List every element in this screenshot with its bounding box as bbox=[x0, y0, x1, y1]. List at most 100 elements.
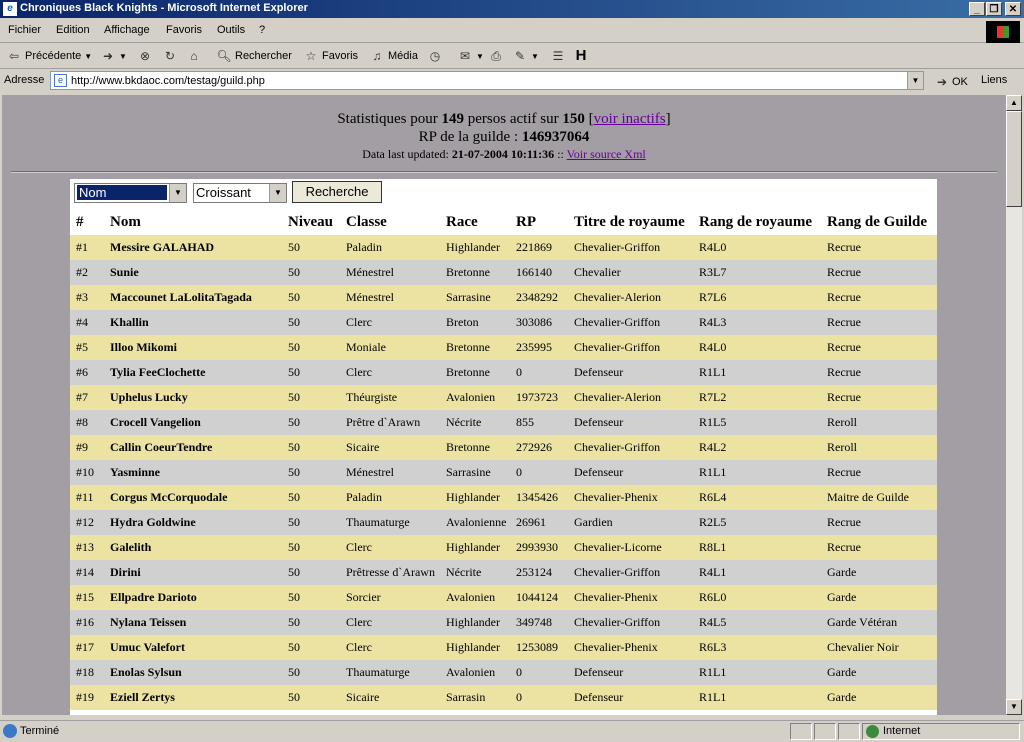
address-input[interactable]: e http://www.bkdaoc.com/testag/guild.php… bbox=[50, 71, 924, 90]
cell-rank: #10 bbox=[70, 460, 104, 485]
cell-race: Bretonne bbox=[440, 435, 510, 460]
scroll-down-icon[interactable]: ▼ bbox=[1006, 699, 1022, 715]
scroll-up-icon[interactable]: ▲ bbox=[1006, 95, 1022, 111]
cell-guild-rank: Recrue bbox=[821, 385, 937, 410]
go-arrow-icon: ➔ bbox=[936, 75, 948, 89]
cell-rp: 221869 bbox=[510, 235, 568, 260]
home-button[interactable]: ⌂ bbox=[186, 48, 202, 64]
menu-file[interactable]: Fichier bbox=[8, 24, 41, 36]
go-button[interactable]: ➔ OK bbox=[934, 74, 968, 90]
cell-rp: 349748 bbox=[510, 610, 568, 635]
zone-label: Internet bbox=[883, 725, 921, 737]
address-label: Adresse bbox=[4, 74, 45, 86]
menu-favorites[interactable]: Favoris bbox=[166, 24, 202, 36]
forward-button[interactable]: ➜ ▼ bbox=[100, 48, 127, 64]
cell-guild-rank: Recrue bbox=[821, 460, 937, 485]
edit-button[interactable]: ✎ ▼ bbox=[512, 48, 539, 64]
table-row: #6 Tylia FeeClochette 50 Clerc Bretonne 0 Defe… bbox=[70, 360, 937, 385]
menu-bar: Fichier Edition Affichage Favoris Outils… bbox=[0, 20, 1024, 43]
scroll-thumb[interactable] bbox=[1006, 111, 1022, 207]
messenger-icon: H bbox=[575, 47, 587, 64]
sort-order-value: Croissant bbox=[196, 185, 251, 200]
cell-guild-rank: Recrue bbox=[821, 310, 937, 335]
cell-name: Dirini bbox=[104, 560, 282, 585]
favorites-button[interactable]: ☆ Favoris bbox=[303, 48, 358, 64]
cell-level: 50 bbox=[282, 310, 340, 335]
col-guild-rank-header[interactable]: Rang de Guilde bbox=[821, 209, 937, 235]
internet-globe-icon bbox=[866, 725, 879, 738]
links-button[interactable]: Liens bbox=[981, 74, 1007, 86]
col-rank-header[interactable]: # bbox=[70, 209, 104, 235]
menu-edit[interactable]: Edition bbox=[56, 24, 90, 36]
sort-field-select[interactable]: Nom ▼ bbox=[74, 183, 187, 203]
cell-rp: 2348292 bbox=[510, 285, 568, 310]
cell-level: 50 bbox=[282, 660, 340, 685]
back-arrow-icon: ⇦ bbox=[8, 49, 20, 63]
cell-race: Highlander bbox=[440, 535, 510, 560]
cell-level: 50 bbox=[282, 410, 340, 435]
col-rp-header[interactable]: RP bbox=[510, 209, 568, 235]
cell-rank: #8 bbox=[70, 410, 104, 435]
search-button[interactable]: 🔍︎ Rechercher bbox=[216, 48, 291, 64]
cell-rank: #11 bbox=[70, 485, 104, 510]
history-button[interactable]: ◷ bbox=[427, 48, 443, 64]
discuss-button[interactable]: ☰ bbox=[550, 48, 566, 64]
refresh-button[interactable]: ↻ bbox=[162, 48, 178, 64]
print-button[interactable]: ⎙ bbox=[488, 48, 504, 64]
back-label: Précédente bbox=[25, 50, 82, 62]
cell-realm-title: Defenseur bbox=[568, 360, 693, 385]
vertical-scrollbar[interactable]: ▲ ▼ bbox=[1006, 95, 1022, 715]
cell-rp: 1973723 bbox=[510, 385, 568, 410]
menu-tools[interactable]: Outils bbox=[217, 24, 245, 36]
table-row: #9 Callin CoeurTendre 50 Sicaire Bretonne 272… bbox=[70, 435, 937, 460]
cell-race: Nécrite bbox=[440, 410, 510, 435]
cell-class: Clerc bbox=[340, 310, 440, 335]
xml-source-link[interactable]: Voir source Xml bbox=[567, 147, 646, 161]
col-class-header[interactable]: Classe bbox=[340, 209, 440, 235]
cell-guild-rank: Recrue bbox=[821, 285, 937, 310]
menu-help[interactable]: ? bbox=[259, 24, 265, 36]
stop-button[interactable]: ⊗ bbox=[137, 48, 153, 64]
active-count: 149 bbox=[441, 111, 465, 127]
col-name-header[interactable]: Nom bbox=[104, 209, 282, 235]
status-cell bbox=[790, 723, 812, 740]
cell-rank: #19 bbox=[70, 685, 104, 710]
media-button[interactable]: ♫ Média bbox=[369, 48, 418, 64]
menu-view[interactable]: Affichage bbox=[104, 24, 150, 36]
table-row: #18 Enolas Sylsun 50 Thaumaturge Avalonien 0 D… bbox=[70, 660, 937, 685]
refresh-icon: ↻ bbox=[164, 49, 176, 63]
cell-rp: 0 bbox=[510, 460, 568, 485]
messenger-button[interactable]: H bbox=[573, 48, 589, 64]
cell-realm-rank: R6L0 bbox=[693, 585, 821, 610]
col-realm-title-header[interactable]: Titre de royaume bbox=[568, 209, 693, 235]
cell-level: 50 bbox=[282, 610, 340, 635]
ie-logo-icon: e bbox=[3, 2, 17, 16]
col-realm-rank-header[interactable]: Rang de royaume bbox=[693, 209, 821, 235]
search-submit-button[interactable]: Recherche bbox=[292, 181, 382, 203]
forward-dropdown-icon: ▼ bbox=[119, 51, 127, 61]
cell-race: Sarrasine bbox=[440, 285, 510, 310]
address-dropdown-icon[interactable]: ▼ bbox=[907, 72, 923, 89]
cell-realm-rank: R4L2 bbox=[693, 435, 821, 460]
status-cell bbox=[814, 723, 836, 740]
cell-race: Bretonne bbox=[440, 335, 510, 360]
sort-order-select[interactable]: Croissant ▼ bbox=[193, 183, 287, 203]
cell-class: Théurgiste bbox=[340, 385, 440, 410]
maximize-button[interactable]: ❐ bbox=[986, 2, 1002, 16]
col-level-header[interactable]: Niveau bbox=[282, 209, 340, 235]
window-title: Chroniques Black Knights - Microsoft Int… bbox=[20, 2, 308, 14]
minimize-button[interactable]: _ bbox=[969, 2, 985, 16]
cell-guild-rank: Recrue bbox=[821, 235, 937, 260]
rp-value: 146937064 bbox=[521, 129, 590, 145]
cell-name: Hydra Goldwine bbox=[104, 510, 282, 535]
mail-button[interactable]: ✉ ▼ bbox=[457, 48, 484, 64]
close-button[interactable]: ✕ bbox=[1005, 2, 1021, 16]
table-row: #13 Galelith 50 Clerc Highlander 2993930 Cheva… bbox=[70, 535, 937, 560]
cell-guild-rank: Chevalier Noir bbox=[821, 635, 937, 660]
view-inactive-link[interactable]: voir inactifs bbox=[594, 111, 666, 127]
back-button[interactable]: ⇦ Précédente ▼ bbox=[6, 48, 92, 64]
cell-race: Bretonne bbox=[440, 360, 510, 385]
col-race-header[interactable]: Race bbox=[440, 209, 510, 235]
cell-race: Avalonien bbox=[440, 660, 510, 685]
page-icon: e bbox=[54, 74, 67, 87]
